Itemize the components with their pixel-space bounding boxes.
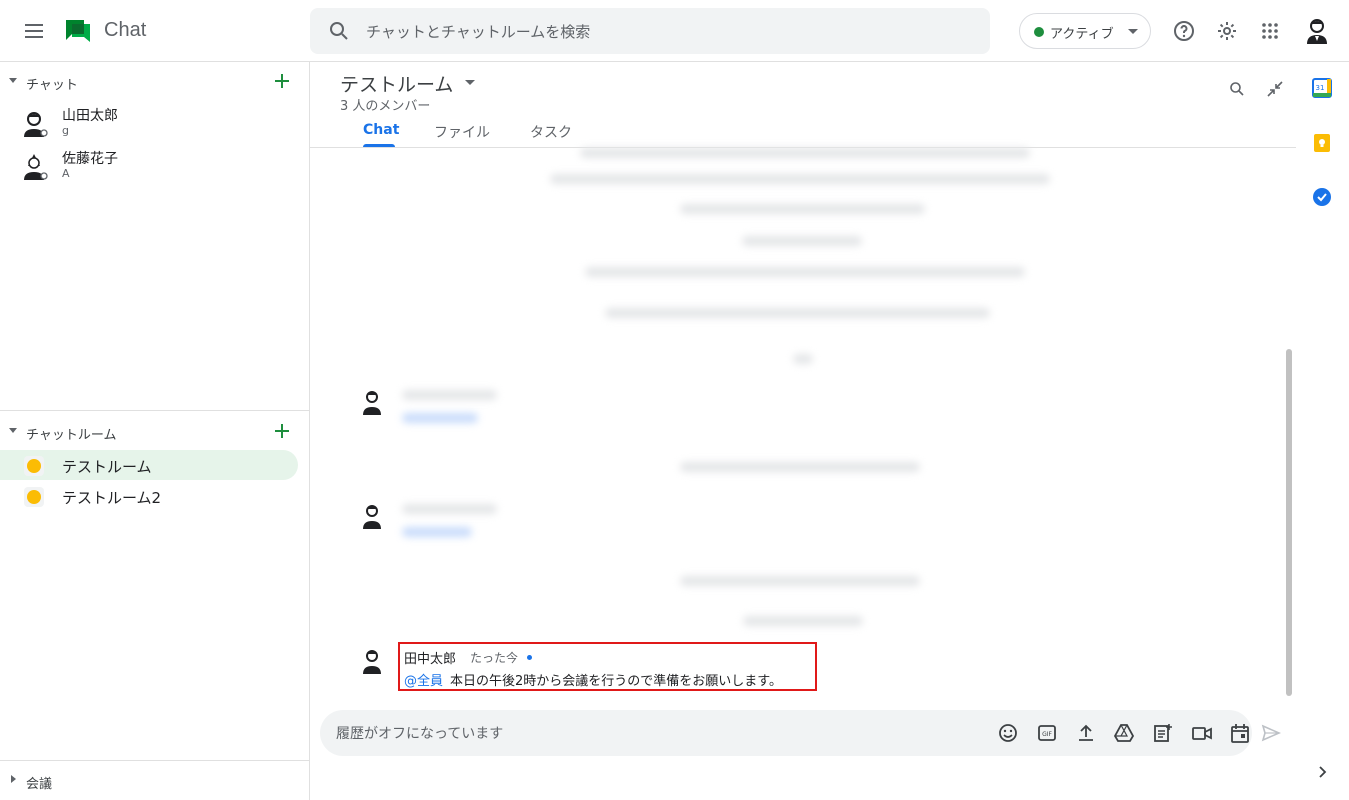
user-avatar xyxy=(22,108,48,138)
mention-all[interactable]: @全員 xyxy=(404,670,443,689)
svg-text:31: 31 xyxy=(1316,84,1325,92)
drive-icon[interactable] xyxy=(1113,722,1135,744)
chevron-down-icon[interactable] xyxy=(465,80,475,85)
chevron-right-icon[interactable] xyxy=(1315,764,1329,778)
dm-name: 佐藤花子 xyxy=(62,151,118,167)
chevron-down-icon xyxy=(1128,29,1138,34)
tasks-icon[interactable] xyxy=(1312,187,1332,207)
search-icon[interactable] xyxy=(328,20,350,42)
status-label: アクティブ xyxy=(1050,27,1114,42)
message-avatar[interactable] xyxy=(360,502,384,530)
blurred-message xyxy=(743,616,863,626)
message-time: たった今 xyxy=(470,651,519,665)
status-dropdown[interactable]: アクティブ xyxy=(1019,13,1151,49)
calendar-invite-icon[interactable] xyxy=(1229,722,1251,744)
blurred-message xyxy=(550,174,1050,184)
dm-subtext: A xyxy=(62,167,70,180)
svg-text:GIF: GIF xyxy=(1042,731,1052,738)
section-divider xyxy=(0,410,310,411)
side-panel-bar: 31 xyxy=(1296,62,1349,800)
sidebar-item-room-2[interactable]: テストルーム2 xyxy=(0,481,298,511)
room-name: テストルーム2 xyxy=(62,489,162,507)
blurred-message xyxy=(402,413,478,423)
dm-subtext: g xyxy=(62,124,69,137)
room-emoji-icon xyxy=(24,456,44,476)
search-input[interactable]: チャットとチャットルームを検索 xyxy=(366,21,590,42)
blurred-message xyxy=(585,267,1025,277)
blurred-message xyxy=(402,527,472,537)
calendar-icon[interactable]: 31 xyxy=(1312,78,1332,98)
meetings-section-header[interactable]: 会議 xyxy=(0,763,310,799)
active-status-dot xyxy=(1034,27,1044,37)
create-task-icon[interactable] xyxy=(1152,722,1174,744)
gif-icon[interactable]: GIF xyxy=(1036,722,1058,744)
dm-name: 山田太郎 xyxy=(62,108,118,124)
room-title[interactable]: テストルーム xyxy=(340,70,453,97)
collapse-triangle-icon[interactable] xyxy=(9,428,17,433)
add-room-icon[interactable] xyxy=(273,422,291,440)
rooms-section-label: チャットルーム xyxy=(26,428,117,443)
app-title: Chat xyxy=(104,19,147,41)
blurred-message xyxy=(605,308,990,318)
chat-section-label: チャット xyxy=(26,78,78,93)
sidebar-item-dm-2[interactable]: 佐藤花子 A xyxy=(0,145,310,187)
expand-triangle-icon[interactable] xyxy=(11,775,16,783)
tab-files[interactable]: ファイル xyxy=(434,122,490,142)
top-bar: Chat チャットとチャットルームを検索 アクティブ xyxy=(0,0,1349,62)
blurred-message xyxy=(402,390,497,400)
settings-icon[interactable] xyxy=(1215,19,1239,43)
send-icon[interactable] xyxy=(1260,722,1282,744)
message-input[interactable]: 履歴がオフになっています xyxy=(336,723,503,743)
account-avatar[interactable] xyxy=(1304,17,1330,45)
video-meeting-icon[interactable] xyxy=(1191,722,1213,744)
search-icon[interactable] xyxy=(1228,80,1246,98)
apps-grid-icon[interactable] xyxy=(1258,19,1282,43)
blurred-message xyxy=(402,504,497,514)
member-count[interactable]: 3 人のメンバー xyxy=(340,95,430,114)
add-chat-icon[interactable] xyxy=(273,72,291,90)
message-avatar[interactable] xyxy=(360,647,384,675)
user-avatar xyxy=(22,151,48,181)
message-composer[interactable]: 履歴がオフになっています GIF xyxy=(320,710,1252,756)
sidebar-item-dm-1[interactable]: 山田太郎 g xyxy=(0,102,310,144)
blurred-message xyxy=(680,204,925,214)
sidebar: チャット 山田太郎 g 佐藤花子 A チャットルーム テストルーム テストルーム… xyxy=(0,62,310,800)
room-name: テストルーム xyxy=(62,458,152,476)
sidebar-item-room-1[interactable]: テストルーム xyxy=(0,450,298,480)
meetings-section[interactable]: 会議 xyxy=(0,760,310,800)
help-icon[interactable] xyxy=(1172,19,1196,43)
collapse-triangle-icon[interactable] xyxy=(9,78,17,83)
message-sender: 田中太郎 xyxy=(404,652,457,667)
chat-section-header[interactable]: チャット xyxy=(0,64,310,100)
collapse-window-icon[interactable] xyxy=(1266,80,1284,98)
rooms-section-header[interactable]: チャットルーム xyxy=(0,414,310,450)
message-text: 本日の午後2時から会議を行うので準備をお願いします。 xyxy=(450,674,782,689)
sent-indicator-dot xyxy=(527,655,532,660)
room-emoji-icon xyxy=(24,487,44,507)
menu-icon[interactable] xyxy=(22,19,46,43)
emoji-icon[interactable] xyxy=(997,722,1019,744)
tab-tasks[interactable]: タスク xyxy=(530,122,572,142)
meetings-label: 会議 xyxy=(26,777,53,792)
chat-logo-icon xyxy=(64,18,92,44)
upload-icon[interactable] xyxy=(1075,722,1097,744)
chat-main: テストルーム 3 人のメンバー Chat ファイル タスク 田中太郎 たった今 … xyxy=(310,62,1296,800)
blurred-message xyxy=(742,236,862,246)
blurred-message xyxy=(680,576,920,586)
blurred-message xyxy=(580,148,1030,158)
message-avatar[interactable] xyxy=(360,388,384,416)
tab-chat[interactable]: Chat xyxy=(363,122,399,138)
blurred-message xyxy=(793,354,813,364)
chat-scrollbar[interactable] xyxy=(1286,349,1292,696)
keep-icon[interactable] xyxy=(1312,133,1332,153)
search-bar[interactable]: チャットとチャットルームを検索 xyxy=(310,8,990,54)
blurred-message xyxy=(680,462,920,472)
